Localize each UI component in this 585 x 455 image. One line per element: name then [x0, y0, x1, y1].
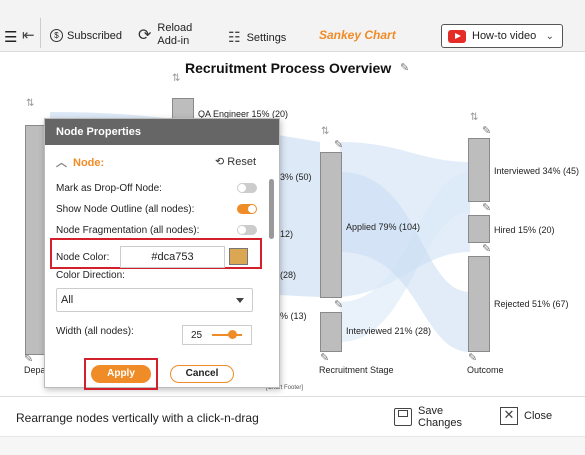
- width-slider-handle[interactable]: [228, 330, 237, 339]
- toggle-knob: [238, 226, 246, 234]
- edit-node-pencil-icon[interactable]: ✎: [468, 351, 477, 364]
- sliders-icon: ☷: [228, 29, 241, 45]
- save-icon: [394, 408, 412, 426]
- toolbar: ☰ ⇤ $ Subscribed ⟳ Reload Add-in ☷ Setti…: [0, 0, 585, 52]
- node-label-hired: Hired 15% (20): [494, 225, 555, 235]
- reset-button[interactable]: ⟲ Reset: [215, 155, 256, 168]
- node-interviewed-out[interactable]: [468, 138, 490, 202]
- dollar-icon: $: [50, 29, 63, 42]
- node-section-title: Node:: [73, 157, 105, 169]
- node-qa-engineer[interactable]: [172, 98, 194, 120]
- node-rejected[interactable]: [468, 256, 490, 352]
- back-arrow-icon[interactable]: ⇤: [22, 26, 35, 44]
- caret-down-icon: [236, 298, 244, 303]
- node-label-rejected: Rejected 51% (67): [494, 299, 569, 309]
- node-color-swatch[interactable]: [229, 248, 248, 265]
- color-direction-label: Color Direction:: [56, 270, 125, 281]
- save-label-line1: Save: [418, 405, 444, 417]
- dialog-scrollbar[interactable]: [269, 179, 274, 239]
- width-label: Width (all nodes):: [56, 326, 134, 337]
- save-label: Save Changes: [418, 405, 462, 429]
- drag-arrows-icon[interactable]: ⇅: [470, 112, 478, 123]
- subscribed-button[interactable]: $ Subscribed: [50, 29, 122, 42]
- color-direction-value: All: [61, 294, 74, 306]
- close-icon: ✕: [500, 407, 518, 425]
- edit-node-pencil-icon[interactable]: ✎: [334, 138, 343, 151]
- close-label: Close: [524, 410, 553, 422]
- node-label-department: Depa: [24, 365, 46, 375]
- node-label-interviewed-mid: Interviewed 21% (28): [346, 326, 432, 336]
- chevron-down-icon: ⌄: [545, 30, 554, 42]
- reload-icon: ⟳: [138, 27, 152, 44]
- node-label-applied: Applied 79% (104): [346, 222, 421, 232]
- reload-label-line2: Add-in: [157, 35, 190, 47]
- apply-button[interactable]: Apply: [91, 365, 151, 383]
- dialog-title: Node Properties: [45, 119, 279, 145]
- footer-hint: Rearrange nodes vertically with a click-…: [16, 411, 259, 425]
- stage-label-recruitment: Recruitment Stage: [319, 365, 394, 375]
- node-applied[interactable]: [320, 152, 342, 298]
- node-color-label: Node Color:: [56, 252, 110, 263]
- node-label-partial-c: (28): [280, 270, 297, 280]
- save-label-line2: Changes: [418, 417, 463, 429]
- node-hired[interactable]: [468, 215, 490, 243]
- edit-node-pencil-icon[interactable]: ✎: [320, 351, 329, 364]
- save-changes-button[interactable]: Save Changes: [394, 405, 462, 429]
- toolbar-divider: [40, 18, 41, 48]
- settings-label: Settings: [246, 31, 287, 44]
- subscribed-label: Subscribed: [67, 29, 123, 42]
- chevron-up-icon: ︿: [56, 157, 67, 169]
- footer-bar: Rearrange nodes vertically with a click-…: [0, 396, 585, 436]
- edit-node-pencil-icon[interactable]: ✎: [482, 124, 491, 137]
- mark-dropoff-toggle[interactable]: [237, 183, 257, 193]
- node-interviewed-mid[interactable]: [320, 312, 342, 352]
- reload-label: Reload Add-in: [157, 22, 192, 48]
- reload-addin-button[interactable]: ⟳ Reload Add-in: [138, 22, 192, 48]
- width-slider-track[interactable]: [212, 334, 242, 336]
- stage-label-outcome: Outcome: [467, 365, 504, 375]
- reload-label-line1: Reload: [157, 22, 193, 34]
- node-label-partial-a: 3% (50): [280, 172, 312, 182]
- node-color-input[interactable]: #dca753: [120, 246, 225, 268]
- mark-dropoff-label: Mark as Drop-Off Node:: [56, 183, 162, 194]
- cancel-button[interactable]: Cancel: [170, 365, 234, 383]
- node-label-interviewed-out: Interviewed 34% (45): [494, 166, 580, 176]
- howto-label: How-to video: [472, 30, 537, 42]
- fragmentation-label: Node Fragmentation (all nodes):: [56, 225, 200, 236]
- close-button[interactable]: ✕ Close: [500, 407, 552, 425]
- show-outline-label: Show Node Outline (all nodes):: [56, 204, 195, 215]
- show-outline-toggle[interactable]: [237, 204, 257, 214]
- howto-video-dropdown[interactable]: How-to video ⌄: [441, 24, 563, 48]
- drag-arrows-icon[interactable]: ⇅: [321, 126, 329, 137]
- app-title: Sankey Chart: [319, 28, 396, 42]
- settings-button[interactable]: ☷ Settings: [228, 29, 286, 46]
- edit-node-pencil-icon[interactable]: ✎: [482, 242, 491, 255]
- fragmentation-toggle[interactable]: [237, 225, 257, 235]
- node-section-header[interactable]: ︿ Node:: [56, 154, 104, 170]
- node-properties-dialog: Node Properties ︿ Node: ⟲ Reset Mark as D…: [44, 118, 280, 390]
- menu-icon[interactable]: ☰: [4, 28, 17, 46]
- color-direction-select[interactable]: All: [56, 288, 253, 312]
- node-label-partial-d: % (13): [280, 311, 307, 321]
- reset-icon: ⟲: [215, 156, 225, 168]
- edit-node-pencil-icon[interactable]: ✎: [24, 352, 33, 365]
- toggle-knob: [238, 184, 246, 192]
- node-department[interactable]: [25, 125, 45, 355]
- reset-label: Reset: [227, 156, 257, 168]
- youtube-icon: [448, 29, 466, 43]
- node-label-partial-b: 12): [280, 229, 294, 239]
- drag-arrows-icon[interactable]: ⇅: [172, 73, 180, 84]
- edit-node-pencil-icon[interactable]: ✎: [334, 298, 343, 311]
- bottom-strip: [0, 436, 585, 455]
- toggle-knob: [248, 205, 256, 213]
- drag-arrows-icon[interactable]: ⇅: [26, 98, 34, 109]
- edit-node-pencil-icon[interactable]: ✎: [482, 201, 491, 214]
